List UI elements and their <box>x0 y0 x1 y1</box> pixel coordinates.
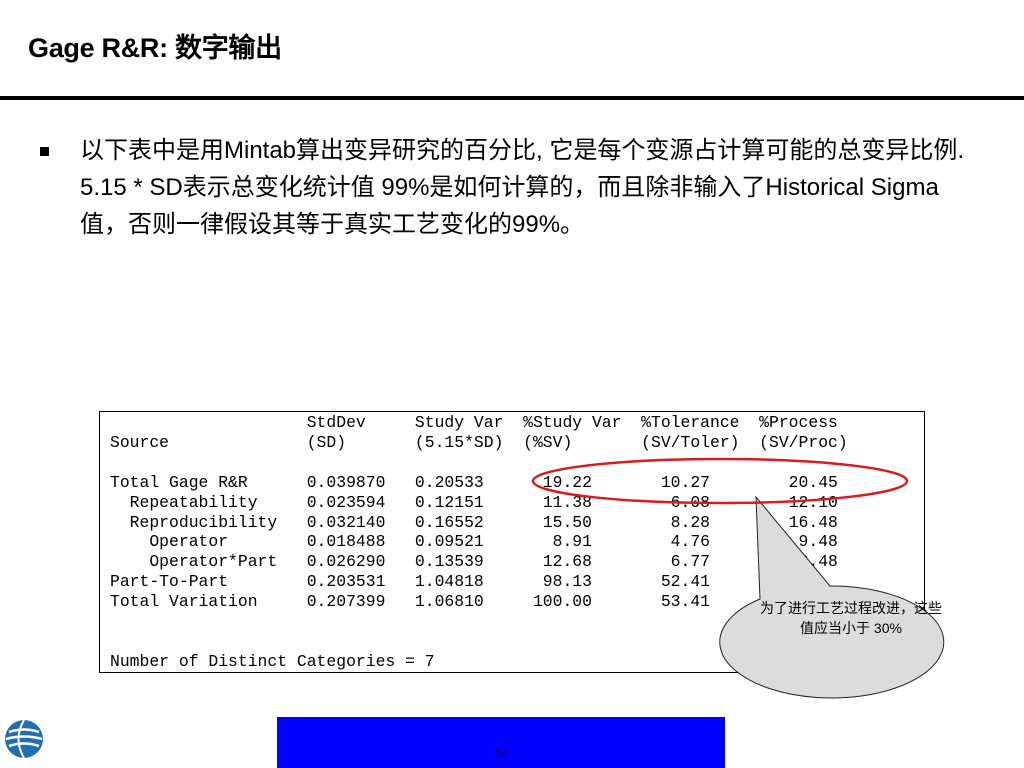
highlight-ellipse <box>531 457 909 505</box>
page-number: 24 <box>494 747 508 761</box>
footer-bar: 24 <box>277 717 725 768</box>
company-globe-logo-icon <box>5 719 43 759</box>
callout-text: 为了进行工艺过程改进，这些值应当小于 30% <box>760 600 942 636</box>
annotation-overlay <box>531 457 945 699</box>
